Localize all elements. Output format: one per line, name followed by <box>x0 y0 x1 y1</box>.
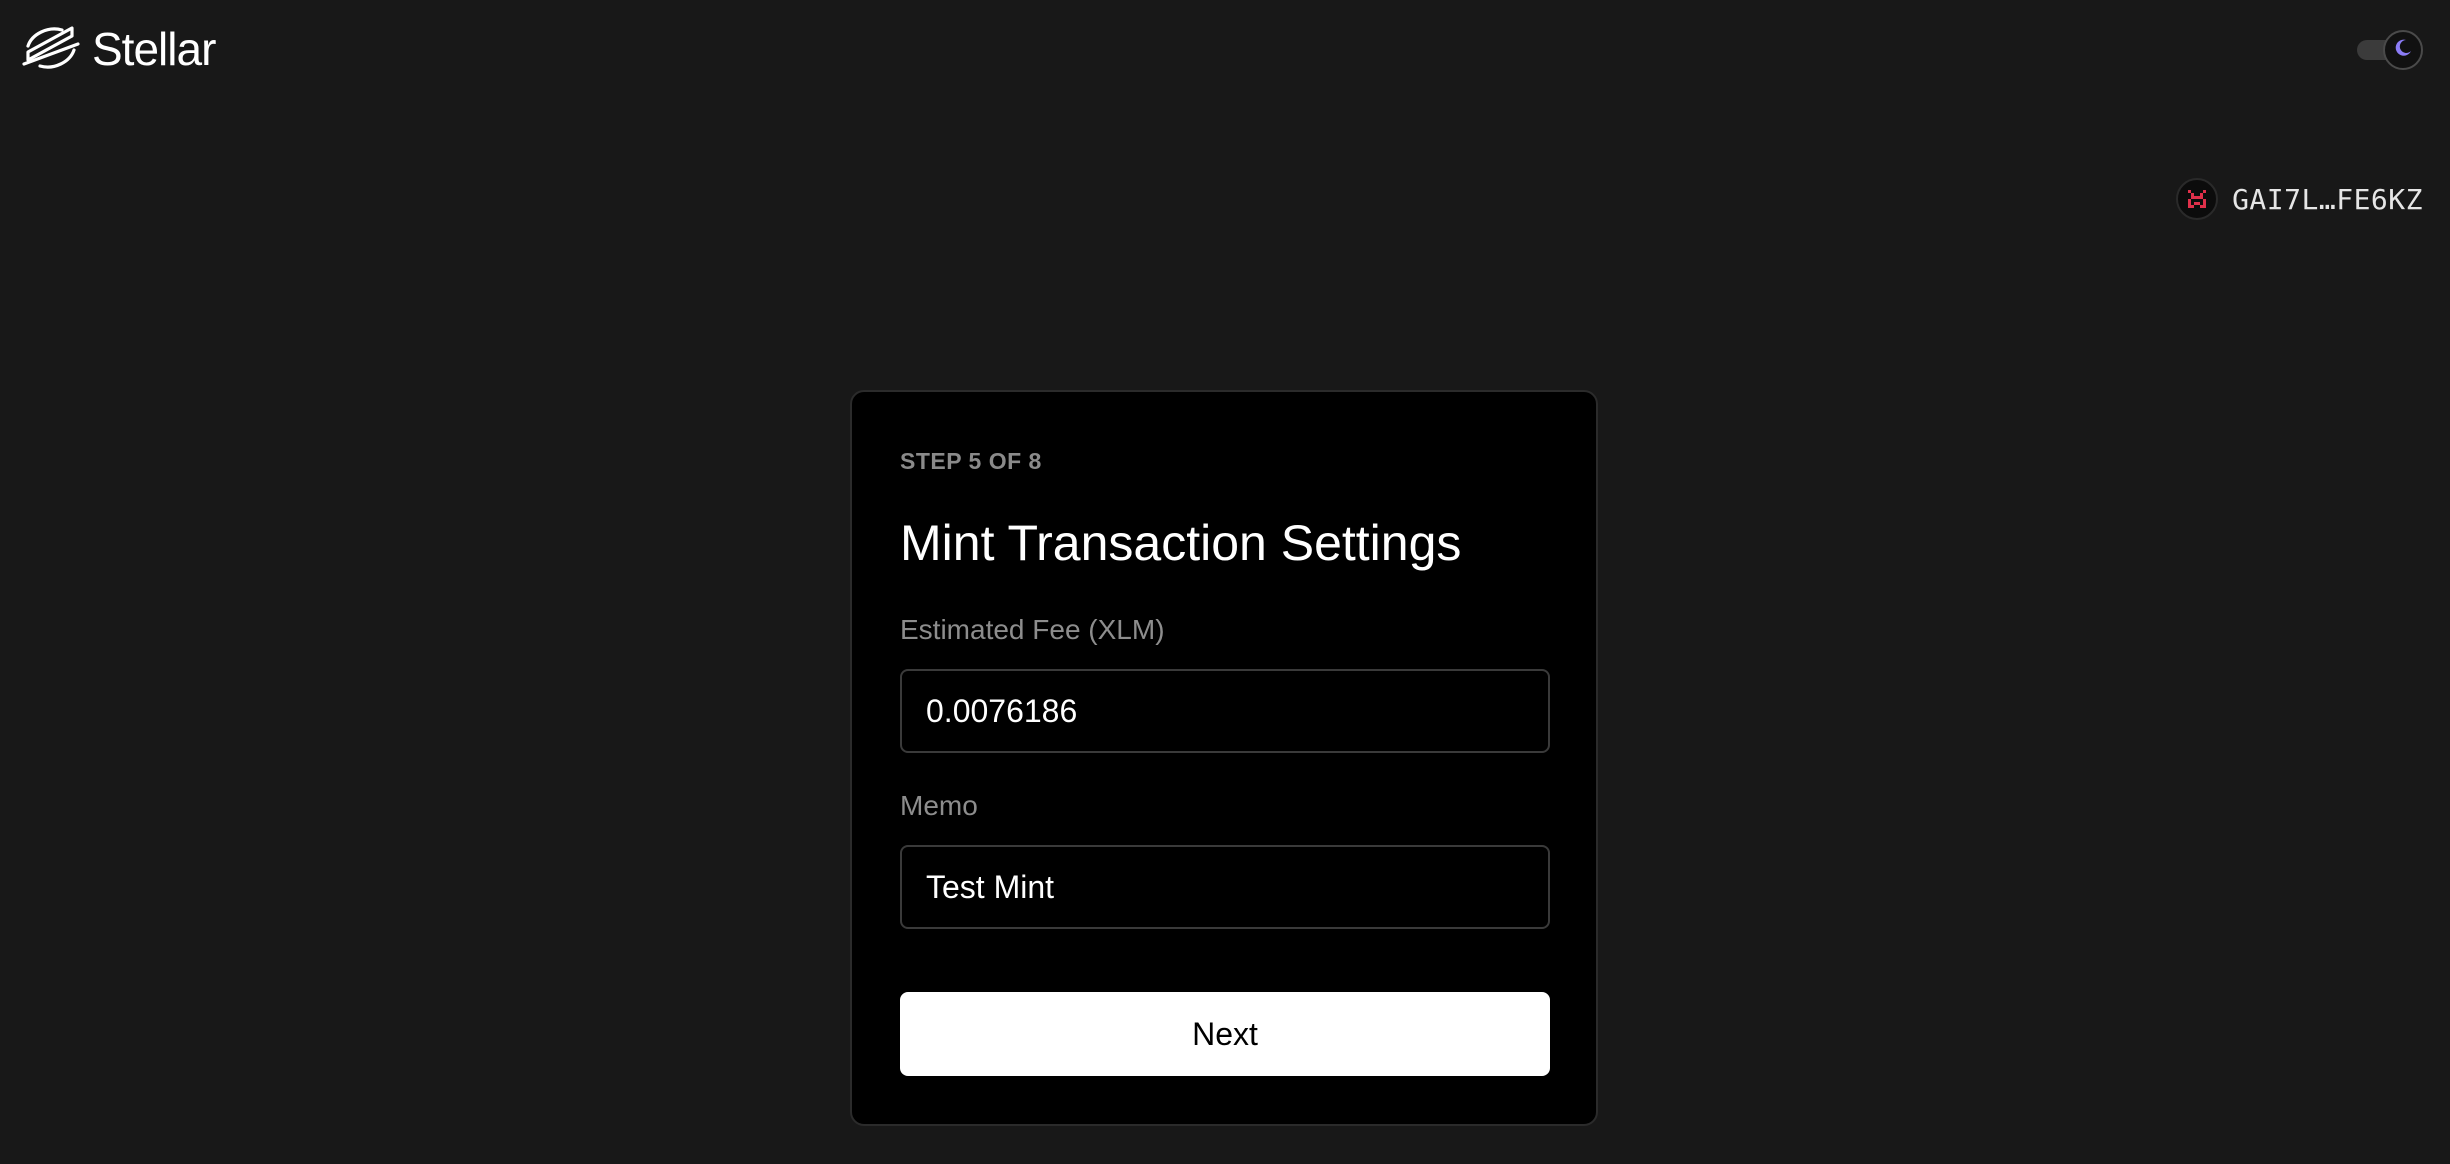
mint-settings-card: STEP 5 OF 8 Mint Transaction Settings Es… <box>850 390 1598 1126</box>
toggle-knob <box>2383 30 2423 70</box>
memo-label: Memo <box>900 790 978 821</box>
page-title: Mint Transaction Settings <box>900 515 1462 571</box>
fee-label: Estimated Fee (XLM) <box>900 614 1165 645</box>
account-button[interactable]: GAI7L…FE6KZ <box>2176 178 2423 220</box>
theme-toggle[interactable] <box>2357 30 2423 70</box>
fee-input[interactable] <box>900 669 1550 753</box>
step-indicator: STEP 5 OF 8 <box>900 448 1042 474</box>
stellar-logo[interactable]: Stellar <box>22 23 216 75</box>
identicon-avatar <box>2176 178 2219 220</box>
stellar-logo-icon <box>22 24 80 74</box>
memo-input[interactable] <box>900 845 1550 929</box>
next-button[interactable]: Next <box>900 992 1550 1076</box>
account-address: GAI7L…FE6KZ <box>2232 182 2423 216</box>
logo-text: Stellar <box>92 23 216 75</box>
moon-icon <box>2393 38 2413 63</box>
